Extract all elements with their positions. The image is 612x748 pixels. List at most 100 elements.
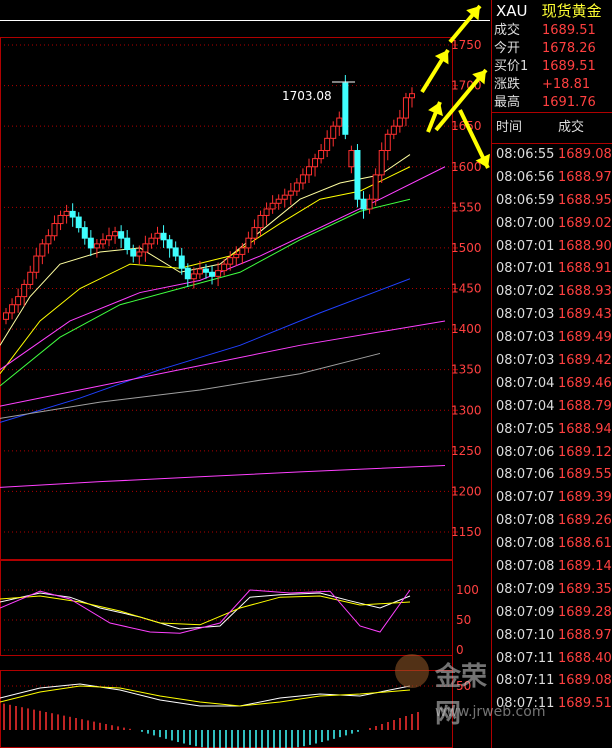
tick-time: 08:07:06 [496,467,555,483]
candle [81,221,88,245]
quote-label: 最高 [494,95,521,110]
tick-time: 08:07:03 [496,353,555,369]
candle [57,210,64,231]
candle [287,182,294,205]
candle-body [142,243,149,253]
ma5-line [0,154,411,346]
candle-body [69,210,76,218]
candle [45,229,52,254]
candle-body [112,231,119,237]
tick-row[interactable]: 08:07:08 1689.14 [492,556,612,579]
symbol-code: XAU [496,2,528,20]
tick-row[interactable]: 08:06:56 1688.97 [492,167,612,190]
candle [348,145,355,174]
tick-row[interactable]: 08:07:07 1689.39 [492,487,612,510]
candle-body [27,271,34,285]
axis-tick-label: 1600 [451,160,482,174]
ma250-line [0,352,381,419]
ticks-list[interactable]: 08:06:55 1689.08 08:06:56 1688.97 08:06:59 16… [492,144,612,716]
tick-price: 1689.49 [558,330,612,346]
tick-row[interactable]: 08:06:59 1688.95 [492,190,612,213]
tick-row[interactable]: 08:07:04 1688.79 [492,396,612,419]
symbol-name: 现货黄金 [541,2,602,20]
quote-value: +18.81 [542,77,591,92]
candle-body [93,243,100,249]
candle [130,244,137,263]
tick-row[interactable]: 08:07:00 1689.02 [492,213,612,236]
tick-row[interactable]: 08:07:06 1689.55 [492,464,612,487]
tick-price: 1688.79 [558,398,612,414]
tick-row[interactable]: 08:07:01 1688.90 [492,236,612,259]
candle [148,233,155,249]
candle-body [15,296,22,306]
candle-body [396,117,403,127]
tick-price: 1689.02 [558,215,612,231]
tick-row[interactable]: 08:07:01 1688.91 [492,258,612,281]
candle [305,158,312,183]
candle-body [118,231,125,239]
tick-time: 08:06:56 [496,169,555,185]
osc-axis-label: 100 [456,583,479,597]
candle-body [275,198,282,204]
candle-body [287,190,294,196]
candle-body [227,257,234,265]
tick-row[interactable]: 08:07:02 1688.93 [492,281,612,304]
price-axis: 1150 1200 1250 1300 1350 1400 1450 1500 1550 1600… [451,38,482,539]
ticks-header-time: 时间 [496,120,523,135]
tick-price: 1689.46 [558,375,612,391]
tick-row[interactable]: 08:07:08 1689.26 [492,510,612,533]
candle [166,234,173,258]
candle-body [318,150,325,160]
candle [112,226,119,244]
candle [51,215,58,241]
candle-body [130,249,137,257]
candle-body [39,243,46,257]
tick-row[interactable]: 08:07:05 1688.94 [492,419,612,442]
tick-row[interactable]: 08:07:09 1689.28 [492,602,612,625]
tick-row[interactable]: 08:07:08 1688.61 [492,533,612,556]
watermark-url: www.jrweb.com [435,704,546,720]
candle [336,111,343,136]
tick-price: 1689.26 [558,513,612,529]
tick-row[interactable]: 08:07:11 1689.08 [492,670,612,693]
candle-body [178,255,185,269]
tick-time: 08:07:08 [496,513,555,529]
axis-tick-label: 1450 [451,282,482,296]
quote-label: 买价1 [494,59,529,74]
ticks-header-price: 成交 [558,120,585,135]
ma30-line [0,198,411,387]
candle-body [3,312,9,320]
candle-body [166,239,173,249]
tick-row[interactable]: 08:07:03 1689.43 [492,304,612,327]
tick-row[interactable]: 08:07:10 1688.97 [492,625,612,648]
tick-price: 1689.08 [558,673,612,689]
tick-row[interactable]: 08:07:09 1689.35 [492,579,612,602]
quote-row: 涨跌 +18.81 [492,76,612,94]
tick-price: 1689.12 [558,444,612,460]
candle-body [57,214,64,225]
candlesticks [3,75,415,325]
candle [390,119,397,140]
tick-row[interactable]: 08:07:03 1689.49 [492,327,612,350]
candle [215,262,222,287]
quote-label: 涨跌 [494,77,521,92]
price-chart[interactable]: 1150 1200 1250 1300 1350 1400 1450 1500 1550 1600… [0,0,490,748]
tick-row[interactable]: 08:07:03 1689.42 [492,350,612,373]
candle-body [342,82,349,135]
osc-axis-label: 50 [456,613,471,627]
watermark: 金荣网 www.jrweb.com [395,648,545,748]
tick-price: 1689.08 [558,147,612,162]
candle [3,307,9,325]
tick-time: 08:06:55 [496,147,555,162]
tick-row[interactable]: 08:07:11 1688.40 [492,648,612,671]
candle-body [348,150,355,168]
tick-row[interactable]: 08:07:06 1689.12 [492,442,612,465]
tick-row[interactable]: 08:07:04 1689.46 [492,373,612,396]
candle [172,241,179,261]
candle-body [293,182,300,192]
candle [209,265,216,285]
candle [299,168,306,190]
candle-body [384,133,391,152]
tick-price: 1689.39 [558,490,612,506]
tick-row[interactable]: 08:06:55 1689.08 [492,144,612,167]
